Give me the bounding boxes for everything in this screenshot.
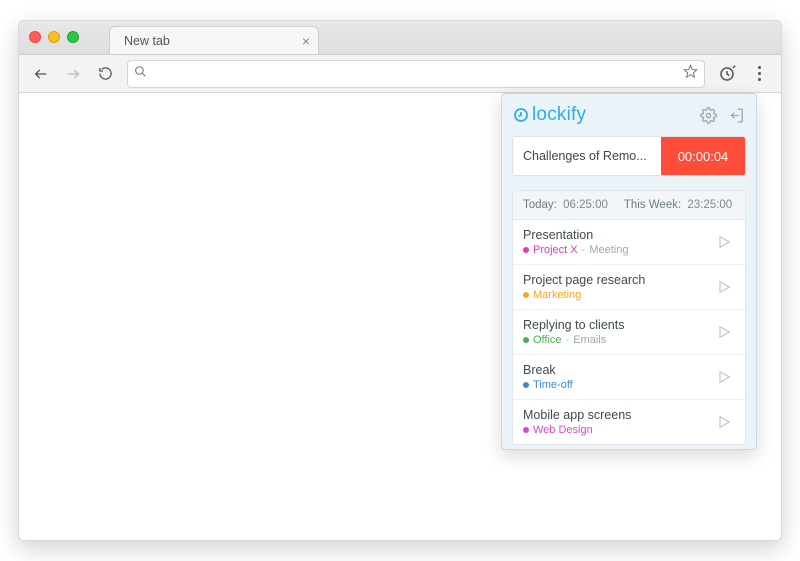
meta-separator: - <box>582 244 586 256</box>
clockify-logo-text: lockify <box>532 104 586 126</box>
week-label: This Week: <box>624 199 681 211</box>
search-icon <box>134 65 147 83</box>
week-summary: This Week: 23:25:00 <box>624 199 732 211</box>
entry-meta: Time-off <box>523 379 573 391</box>
project-color-dot <box>523 292 529 298</box>
play-button[interactable] <box>713 231 735 253</box>
clockify-popup: lockify Challenges of Remo... 00:00:04 <box>501 93 757 450</box>
forward-button[interactable] <box>59 61 87 87</box>
browser-menu-button[interactable] <box>745 61 773 87</box>
entry-title: Replying to clients <box>523 318 624 332</box>
play-button[interactable] <box>713 366 735 388</box>
settings-button[interactable] <box>698 105 718 125</box>
play-icon <box>716 414 732 430</box>
entry-title: Presentation <box>523 228 628 242</box>
entry-title: Project page research <box>523 273 645 287</box>
entry-meta: Project X - Meeting <box>523 244 628 256</box>
play-button[interactable] <box>713 276 735 298</box>
titlebar: New tab × <box>19 21 781 55</box>
time-entry[interactable]: Presentation Project X - Meeting <box>513 220 745 265</box>
project-name: Marketing <box>533 289 581 301</box>
address-bar[interactable] <box>127 60 705 88</box>
project-color-dot <box>523 337 529 343</box>
tab-close-button[interactable]: × <box>302 34 310 48</box>
entry-meta: Web Design <box>523 424 631 436</box>
maximize-window-button[interactable] <box>67 31 79 43</box>
clock-icon <box>718 65 736 83</box>
menu-dots-icon <box>748 66 770 81</box>
bookmark-star-icon[interactable] <box>683 64 698 84</box>
tab-title: New tab <box>124 34 170 48</box>
play-icon <box>716 369 732 385</box>
project-name: Web Design <box>533 424 593 436</box>
entry-meta: Marketing <box>523 289 645 301</box>
project-color-dot <box>523 427 529 433</box>
project-name: Office <box>533 334 562 346</box>
meta-separator: - <box>566 334 570 346</box>
play-icon <box>716 279 732 295</box>
reload-button[interactable] <box>91 61 119 87</box>
timer-description[interactable]: Challenges of Remo... <box>513 137 661 175</box>
today-value: 06:25:00 <box>563 199 608 211</box>
time-entry[interactable]: Project page research Marketing <box>513 265 745 310</box>
window-controls <box>29 31 79 43</box>
project-name: Project X <box>533 244 578 256</box>
entry-info: Presentation Project X - Meeting <box>523 228 628 256</box>
time-entry[interactable]: Mobile app screens Web Design <box>513 400 745 444</box>
clockify-logo-icon <box>512 106 530 124</box>
time-entry[interactable]: Replying to clients Office - Emails <box>513 310 745 355</box>
task-name: Emails <box>573 334 606 346</box>
address-input[interactable] <box>153 66 683 81</box>
entry-meta: Office - Emails <box>523 334 624 346</box>
close-window-button[interactable] <box>29 31 41 43</box>
viewport: lockify Challenges of Remo... 00:00:04 <box>19 93 781 540</box>
entry-info: Mobile app screens Web Design <box>523 408 631 436</box>
reload-icon <box>98 66 113 81</box>
browser-window: New tab × <box>18 20 782 541</box>
back-button[interactable] <box>27 61 55 87</box>
entry-info: Project page research Marketing <box>523 273 645 301</box>
logout-icon <box>728 107 745 124</box>
project-name: Time-off <box>533 379 573 391</box>
time-summary-row: Today: 06:25:00 This Week: 23:25:00 <box>512 190 746 220</box>
minimize-window-button[interactable] <box>48 31 60 43</box>
arrow-left-icon <box>33 66 49 82</box>
entries-list: Presentation Project X - Meeting Project p… <box>512 220 746 445</box>
gear-icon <box>700 107 717 124</box>
task-name: Meeting <box>589 244 628 256</box>
entry-info: Replying to clients Office - Emails <box>523 318 624 346</box>
week-value: 23:25:00 <box>687 199 732 211</box>
project-color-dot <box>523 247 529 253</box>
play-button[interactable] <box>713 321 735 343</box>
arrow-right-icon <box>65 66 81 82</box>
clockify-logo: lockify <box>512 104 586 126</box>
timer-stop-button[interactable]: 00:00:04 <box>661 137 745 175</box>
project-color-dot <box>523 382 529 388</box>
popup-header-actions <box>698 105 746 125</box>
today-label: Today: <box>523 199 557 211</box>
play-icon <box>716 234 732 250</box>
clockify-extension-button[interactable] <box>713 61 741 87</box>
active-timer: Challenges of Remo... 00:00:04 <box>512 136 746 176</box>
play-button[interactable] <box>713 411 735 433</box>
logout-button[interactable] <box>726 105 746 125</box>
today-summary: Today: 06:25:00 <box>523 199 608 211</box>
browser-tab[interactable]: New tab × <box>109 26 319 54</box>
time-entry[interactable]: Break Time-off <box>513 355 745 400</box>
toolbar <box>19 55 781 93</box>
entry-info: Break Time-off <box>523 363 573 391</box>
entry-title: Mobile app screens <box>523 408 631 422</box>
popup-header: lockify <box>512 104 746 126</box>
entry-title: Break <box>523 363 573 377</box>
play-icon <box>716 324 732 340</box>
